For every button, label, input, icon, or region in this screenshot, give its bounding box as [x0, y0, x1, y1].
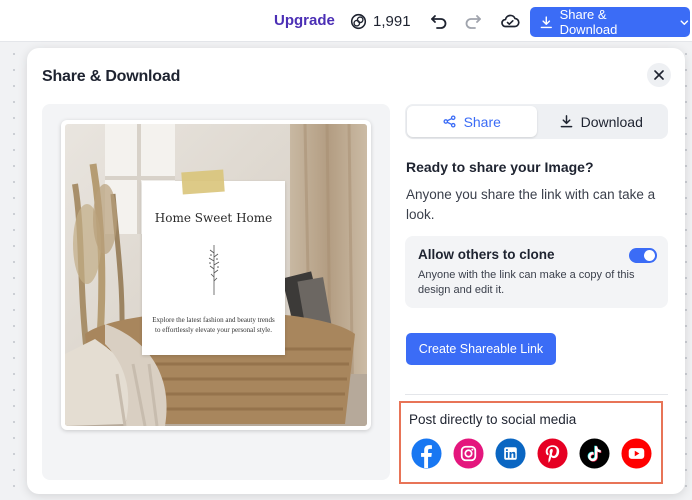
pinterest-icon[interactable]	[537, 438, 568, 469]
allow-clone-title: Allow others to clone	[418, 247, 555, 262]
linkedin-icon[interactable]	[495, 438, 526, 469]
credits-counter[interactable]: 1,991	[350, 10, 411, 32]
social-media-title: Post directly to social media	[409, 412, 577, 427]
tab-share-label: Share	[463, 113, 501, 130]
section-divider	[405, 394, 668, 395]
modal-title: Share & Download	[42, 68, 181, 85]
share-download-tabs: Share Download	[405, 104, 668, 139]
facebook-icon[interactable]	[411, 438, 442, 469]
tape-decoration	[181, 169, 225, 195]
plant-sketch-icon	[208, 245, 220, 295]
redo-icon[interactable]	[463, 11, 483, 31]
upgrade-link[interactable]: Upgrade	[274, 12, 335, 29]
tab-download[interactable]: Download	[537, 106, 667, 137]
allow-clone-description: Anyone with the link can make a copy of …	[418, 269, 635, 296]
share-icon	[443, 115, 456, 128]
cloud-saved-icon[interactable]	[500, 11, 520, 31]
credits-count: 1,991	[373, 12, 411, 30]
credits-icon	[350, 13, 367, 29]
share-download-button[interactable]: Share & Download	[530, 7, 690, 37]
social-icons-row	[411, 438, 652, 469]
tab-share[interactable]: Share	[407, 106, 537, 137]
share-download-modal: Share & Download Home Sweet Home Explore…	[27, 48, 685, 494]
top-bar: Upgrade 1,991 Share & Download	[0, 0, 692, 42]
card-title: Home Sweet Home	[154, 211, 273, 225]
home-sweet-home-card: Home Sweet Home Explore the latest fashi…	[142, 169, 285, 355]
allow-clone-section: Allow others to clone Anyone with the li…	[405, 236, 668, 308]
download-icon	[540, 15, 552, 28]
close-icon	[654, 70, 664, 80]
toggle-knob	[644, 250, 655, 261]
social-media-section: Post directly to social media	[399, 401, 663, 484]
allow-clone-toggle[interactable]	[629, 248, 657, 263]
tiktok-icon[interactable]	[579, 438, 610, 469]
tab-download-label: Download	[580, 113, 643, 130]
youtube-icon[interactable]	[621, 438, 652, 469]
design-preview: Home Sweet Home Explore the latest fashi…	[61, 120, 371, 430]
undo-icon[interactable]	[429, 11, 449, 31]
instagram-icon[interactable]	[453, 438, 484, 469]
close-button[interactable]	[647, 63, 671, 87]
share-download-label: Share & Download	[559, 7, 618, 37]
card-text: Explore the latest fashion and beauty tr…	[152, 316, 275, 334]
design-preview-panel: Home Sweet Home Explore the latest fashi…	[42, 104, 390, 480]
ready-to-share-description: Anyone you share the link with can take …	[406, 187, 656, 222]
download-icon	[560, 115, 572, 128]
create-shareable-link-button[interactable]: Create Shareable Link	[406, 333, 556, 365]
chevron-down-icon	[680, 19, 689, 25]
ready-to-share-heading: Ready to share your Image?	[406, 159, 594, 175]
